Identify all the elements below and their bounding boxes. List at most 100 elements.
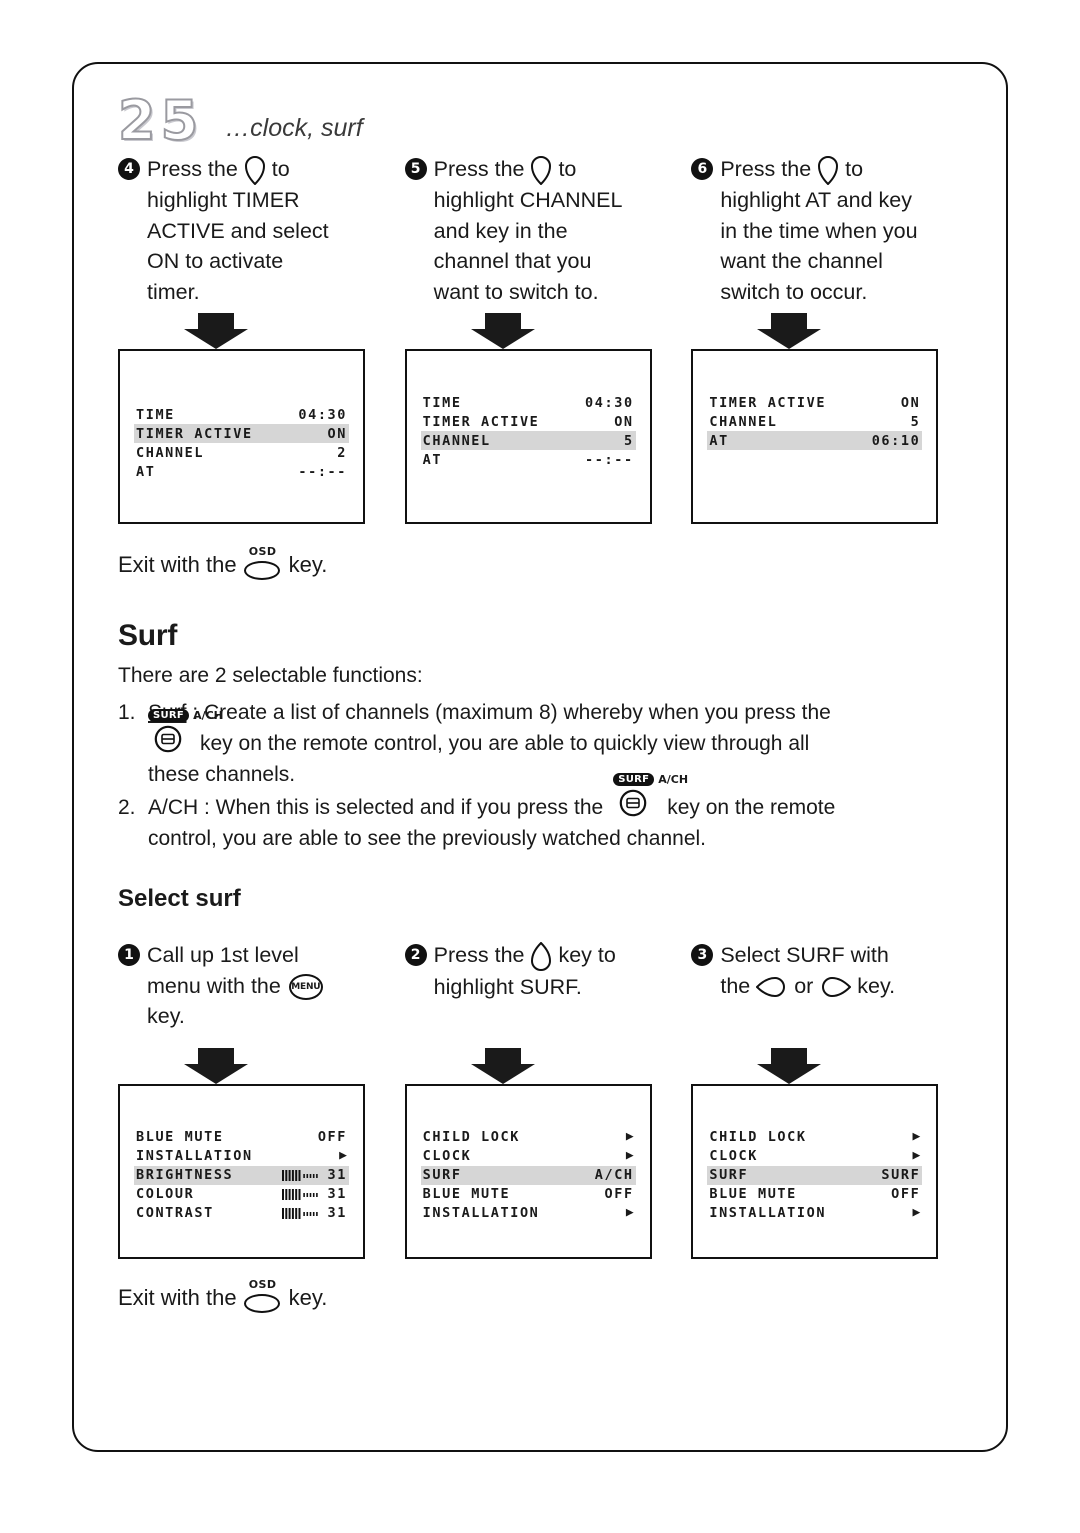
osd-menu-row[interactable]: TIMER ACTIVE ON: [707, 393, 922, 412]
osd-row-value: ▶: [913, 1149, 921, 1163]
osd-row-label: INSTALLATION: [136, 1148, 253, 1165]
osd-menu-row[interactable]: CHILD LOCK ▶: [707, 1128, 922, 1147]
osd-menu-row[interactable]: TIMER ACTIVE ON: [134, 424, 349, 444]
osd-row-label: SURF: [422, 1167, 462, 1184]
osd-panel-column-2: TIME 04:30 TIMER ACTIVE ON CHANNEL 5 AT --:--: [404, 349, 692, 525]
step-line-1a: Press the: [720, 157, 818, 181]
osd-menu-row[interactable]: TIME 04:30: [134, 405, 349, 424]
osd-menu-row[interactable]: SURF A/CH: [420, 1165, 636, 1185]
osd-row-value: OFF: [604, 1186, 634, 1203]
osd-row-label: CHILD LOCK: [422, 1129, 520, 1146]
down-arrow-icon: [757, 1047, 822, 1084]
surf-lead-text: There are 2 selectable functions:: [118, 664, 423, 688]
osd-menu-row[interactable]: COLOUR 31: [134, 1185, 349, 1204]
osd-screen-timer-3: TIMER ACTIVE ON CHANNEL 5 AT 06:10: [691, 349, 939, 525]
teardrop-down-key-icon: [817, 155, 839, 186]
arrow-column-1: [118, 1042, 405, 1084]
arrow-cell: [405, 1042, 674, 1084]
level-gauge-icon: [282, 1207, 318, 1219]
osd-menu-row[interactable]: INSTALLATION ▶: [421, 1204, 636, 1223]
osd-row-label: INSTALLATION: [422, 1205, 540, 1222]
select-step1-line2: menu with the MENU: [147, 971, 387, 1002]
step-line-5: switch to occur.: [720, 279, 868, 304]
surf-key-badges: SURF A/CH: [613, 772, 689, 787]
step-text: Press the to highlight TIMER ACTIVE and …: [147, 154, 387, 307]
osd-row-value: A/CH: [594, 1167, 634, 1184]
submenu-arrow-icon: ▶: [912, 1204, 921, 1220]
surf-item1-line3: these channels.: [148, 763, 296, 787]
step-line-1: Press the to: [147, 154, 387, 186]
select-step-column-2: 2 Press the key to highlight SURF.: [404, 940, 692, 1032]
osd-row-value: ▶: [626, 1206, 634, 1220]
osd-menu-row[interactable]: TIME 04:30: [421, 393, 636, 412]
step-column-5: 5 Press the to highlight CHANNEL and key…: [404, 154, 692, 307]
osd-key-ellipse: [243, 1293, 280, 1313]
down-arrow-icon: [470, 313, 535, 350]
teardrop-up-key-icon: [530, 941, 552, 972]
teardrop-down-key-icon: [244, 155, 266, 186]
osd-menu-row[interactable]: INSTALLATION ▶: [707, 1204, 922, 1223]
osd-row-label: TIMER ACTIVE: [422, 413, 540, 430]
osd-menu-row[interactable]: CLOCK ▶: [421, 1147, 636, 1166]
osd-menu-row[interactable]: CHANNEL 5: [420, 431, 636, 451]
surf-item1-rest: : Create a list of channels (maximum 8) …: [186, 701, 831, 725]
page-content: 25 …clock, surf 4 Press the to highlight…: [117, 86, 978, 1315]
osd-key-icon: OSD: [242, 1279, 284, 1313]
osd-row-number: 31: [327, 1167, 347, 1184]
step-line-3: ACTIVE and select: [147, 218, 329, 243]
exit-note-before: Exit with the: [118, 1284, 237, 1310]
osd-menu-row[interactable]: BLUE MUTE OFF: [707, 1185, 922, 1204]
osd-row-label: TIME: [136, 406, 175, 423]
osd-menu-row[interactable]: CHILD LOCK ▶: [421, 1128, 636, 1147]
step-line-2: highlight CHANNEL: [433, 188, 623, 213]
osd-menu-row[interactable]: BLUE MUTE OFF: [421, 1185, 636, 1204]
osd-menu-row[interactable]: CHANNEL 5: [707, 412, 922, 431]
osd-menu-row[interactable]: BRIGHTNESS 31: [134, 1165, 349, 1185]
osd-row-label: BLUE MUTE: [709, 1186, 797, 1203]
osd-menu-row[interactable]: INSTALLATION ▶: [134, 1147, 349, 1166]
teardrop-right-key-icon: [819, 976, 852, 998]
exit-note-before: Exit with the: [118, 552, 237, 578]
section-title-surf: Surf: [118, 619, 178, 653]
osd-menu-row[interactable]: CONTRAST 31: [134, 1204, 349, 1223]
step-line-4: ON to activate: [147, 249, 284, 274]
osd-row-value: OFF: [891, 1186, 921, 1203]
list-marker: 2.: [118, 796, 136, 820]
step-5: 5 Press the to highlight CHANNEL and key…: [404, 154, 674, 307]
teardrop-down-key-icon: [530, 155, 552, 186]
osd-menu-row[interactable]: AT 06:10: [707, 431, 923, 451]
osd-menu-row[interactable]: CLOCK ▶: [707, 1147, 922, 1166]
select-step2-line1: Press the key to: [434, 940, 674, 971]
submenu-arrow-icon: ▶: [339, 1147, 347, 1163]
step-4: 4 Press the to highlight TIMER ACTIVE an…: [118, 154, 387, 307]
osd-menu-row[interactable]: CHANNEL 2: [134, 443, 349, 462]
osd-key-icon: OSD: [242, 546, 284, 581]
osd-menu-row[interactable]: AT --:--: [421, 450, 636, 469]
osd-row-label: AT: [422, 451, 443, 468]
osd-row-value: --:--: [298, 463, 347, 480]
ach-label: A/CH: [658, 773, 689, 787]
arrow-cell: [405, 307, 674, 350]
level-gauge-icon: [282, 1169, 318, 1181]
page-number: 25: [117, 89, 204, 152]
arrow-cell: [118, 307, 387, 350]
select-step3-line2c: key.: [851, 973, 896, 998]
surf-item2-line1a: A/CH : When this is selected and if you …: [148, 796, 604, 820]
osd-row-label: CHANNEL: [136, 444, 205, 461]
step-number-badge: 1: [118, 944, 140, 967]
surf-functions-list: 1. Surf : Create a list of channels (max…: [118, 697, 978, 854]
down-arrow-icon: [184, 313, 248, 350]
osd-menu-row[interactable]: BLUE MUTE OFF: [134, 1128, 349, 1147]
step-line-4: want the channel: [720, 249, 883, 274]
osd-menu-row[interactable]: SURF SURF: [707, 1165, 923, 1185]
osd-menu-row[interactable]: AT --:--: [134, 462, 349, 481]
step-line-2: highlight TIMER: [147, 188, 300, 213]
osd-row-value: 31: [282, 1186, 347, 1202]
osd-screen-surf-1: BLUE MUTE OFF INSTALLATION ▶ BRIGHTNESS 31 COL…: [118, 1083, 365, 1259]
list-item: 1. Surf : Create a list of channels (max…: [118, 697, 978, 790]
arrow-column-3: [691, 1042, 978, 1084]
step-number-badge: 6: [691, 158, 714, 180]
osd-menu-row[interactable]: TIMER ACTIVE ON: [421, 412, 636, 431]
osd-row-label: BLUE MUTE: [136, 1129, 224, 1146]
select-step1-line2a: menu with the: [147, 973, 287, 998]
